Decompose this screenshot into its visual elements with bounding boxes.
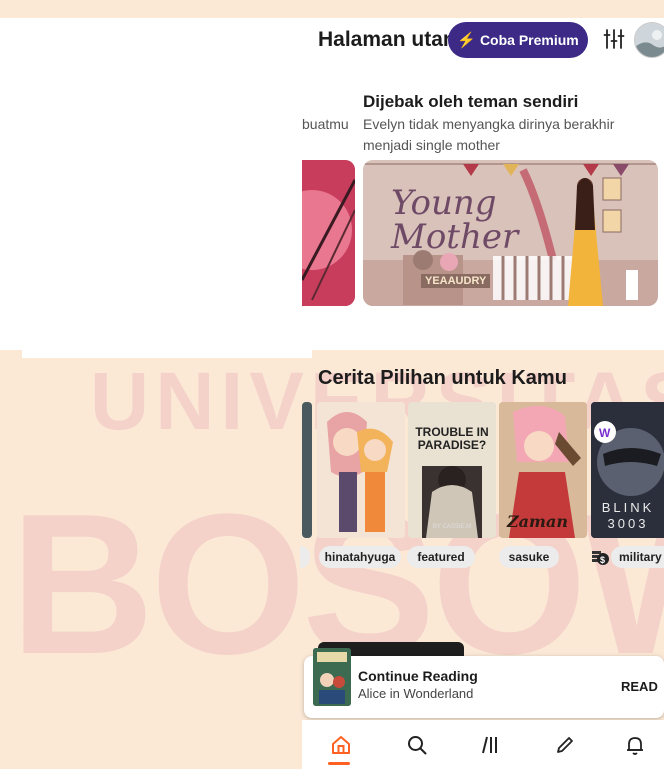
featured-headline[interactable]: Dijebak oleh teman sendiri (363, 92, 578, 112)
notification-bell-icon[interactable] (620, 730, 650, 760)
library-icon[interactable] (474, 730, 504, 760)
book-cover[interactable]: Zaman (499, 402, 587, 538)
coins-icon: $ (591, 546, 609, 568)
svg-text:$: $ (600, 555, 605, 565)
home-icon[interactable] (326, 730, 356, 760)
tag-military[interactable]: military (611, 546, 664, 568)
continue-reading-cover[interactable] (313, 648, 351, 706)
featured-cover-title: Young Mother (391, 183, 519, 257)
book-cover-title: Zaman (507, 512, 568, 531)
continue-reading-book-title: Alice in Wonderland (358, 686, 474, 701)
premium-button[interactable]: ⚡ Coba Premium (448, 22, 588, 58)
featured-description: Evelyn tidak menyangka dirinya berakhir … (363, 116, 615, 153)
continue-reading-label: Continue Reading (358, 668, 478, 684)
featured-cover-author: YEAAUDRY (421, 274, 491, 288)
section-title: Cerita Pilihan untuk Kamu (318, 367, 567, 389)
tag-partial[interactable] (300, 546, 310, 568)
tag-featured[interactable]: featured (407, 546, 475, 568)
bolt-icon: ⚡ (457, 32, 476, 49)
previous-story-description: buatmu (302, 116, 349, 132)
previous-story-cover[interactable] (302, 160, 355, 306)
active-tab-indicator (328, 762, 350, 765)
book-cover-title: TROUBLE IN PARADISE? (415, 425, 489, 452)
premium-button-label: Coba Premium (479, 32, 579, 48)
book-cover-author: BY CASSIE.M (432, 524, 472, 530)
svg-text:W: W (599, 426, 611, 440)
avatar[interactable] (634, 22, 664, 58)
search-icon[interactable] (402, 730, 432, 760)
book-cover-title: BLINK 3003 (601, 500, 655, 531)
tag-hinatahyuga[interactable]: hinatahyuga (319, 546, 401, 568)
write-icon[interactable] (550, 730, 580, 760)
book-cover[interactable]: W BLINK 3003 (591, 402, 664, 538)
bottom-navigation (302, 720, 664, 769)
book-cover[interactable] (317, 402, 405, 538)
book-cover-partial[interactable] (302, 402, 312, 538)
featured-story-cover[interactable]: Young Mother YEAAUDRY (363, 160, 658, 306)
read-button[interactable]: READ (621, 679, 658, 694)
filter-icon[interactable] (603, 28, 625, 50)
book-cover[interactable]: TROUBLE IN PARADISE? BY CASSIE.M (408, 402, 496, 538)
tag-sasuke[interactable]: sasuke (499, 546, 559, 568)
